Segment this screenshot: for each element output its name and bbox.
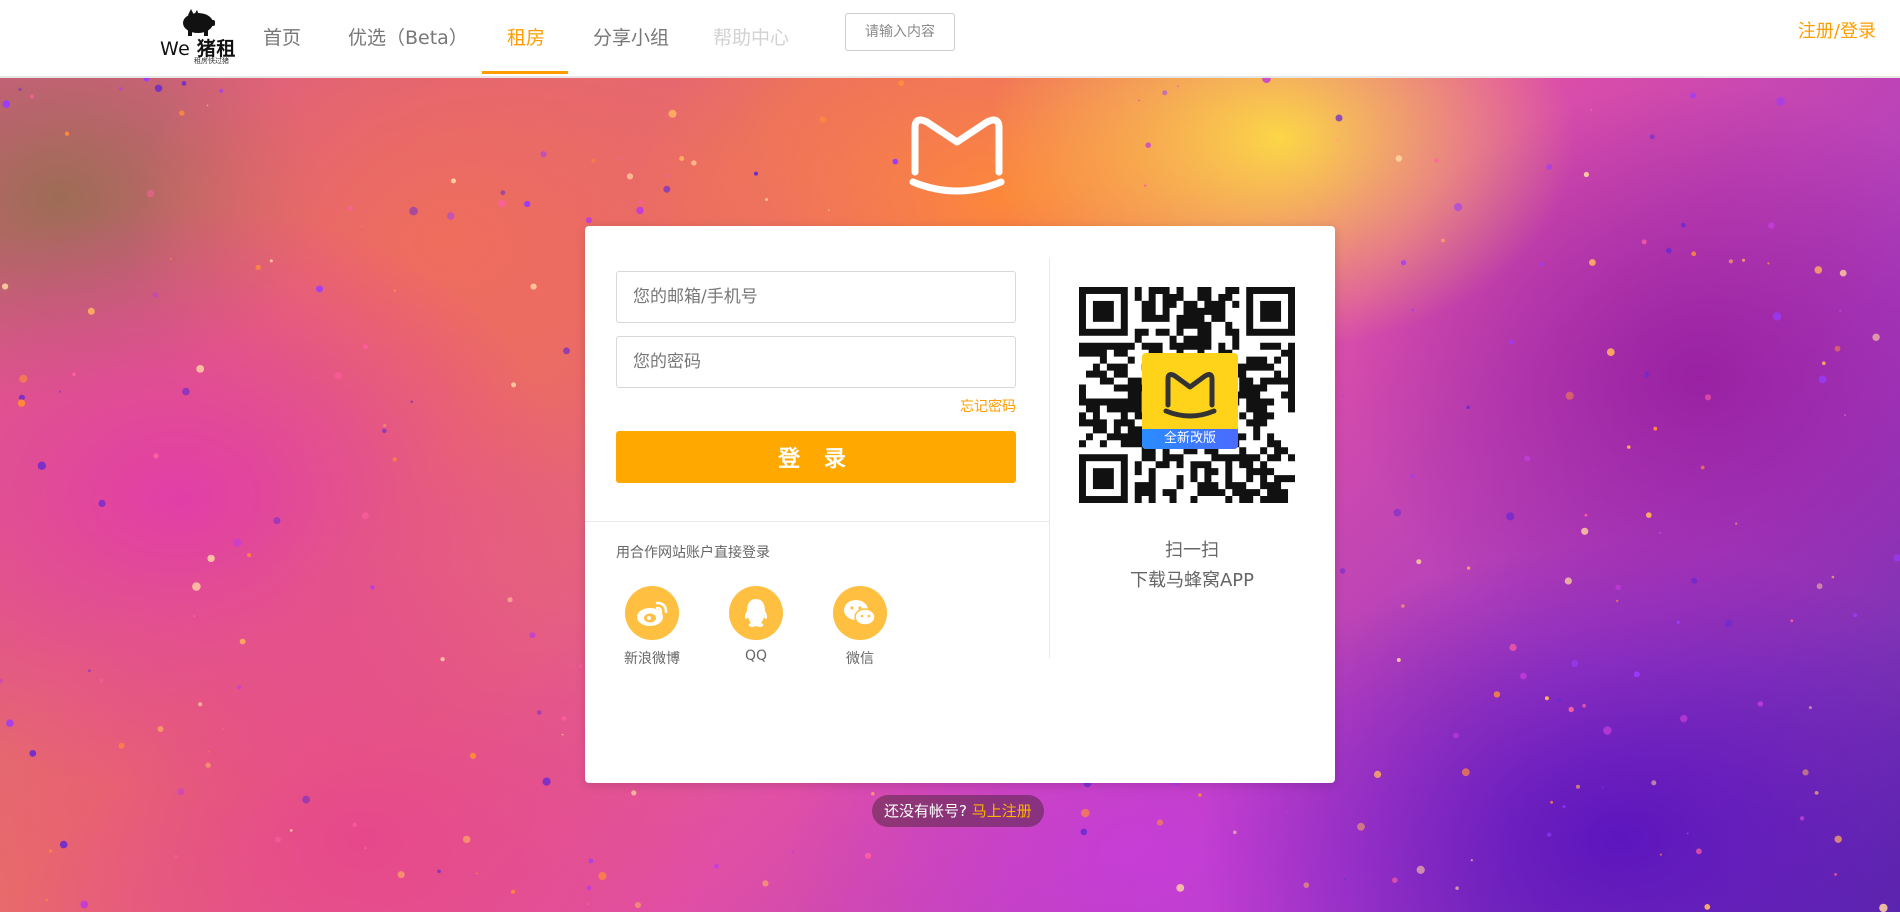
wechat-login-button[interactable]: 微信 [815, 586, 905, 668]
password-input[interactable] [616, 336, 1016, 388]
register-now-link[interactable]: 马上注册 [972, 802, 1032, 820]
forgot-password-link[interactable]: 忘记密码 [585, 396, 1016, 416]
qq-icon [744, 599, 768, 627]
mafengwo-logo-icon [909, 116, 1005, 195]
qr-caption-line1: 扫一扫 [1165, 540, 1219, 561]
register-login-link[interactable]: 注册/登录 [1798, 0, 1876, 64]
nav-active-indicator [482, 71, 568, 74]
wechat-label: 微信 [846, 651, 874, 667]
weibo-login-button[interactable]: 新浪微博 [607, 586, 697, 668]
register-prompt: 还没有帐号? 马上注册 [872, 795, 1044, 827]
search-input[interactable] [845, 13, 955, 51]
nav-share-group[interactable]: 分享小组 [593, 0, 669, 74]
top-navbar: We 猪租 租房快过猪 首页 优选（Beta） 租房 分享小组 帮助中心 注册/… [0, 0, 1900, 78]
qr-caption-line2: 下载马蜂窝APP [1129, 570, 1255, 591]
divider [585, 521, 1049, 522]
mafengwo-app-icon [1163, 372, 1217, 419]
login-button[interactable]: 登 录 [616, 431, 1016, 483]
qq-label: QQ [744, 648, 768, 664]
divider-vertical [1049, 258, 1050, 658]
site-logo[interactable]: We 猪租 租房快过猪 [160, 8, 235, 66]
nav-featured[interactable]: 优选（Beta） [348, 0, 468, 74]
qr-caption: 扫一扫 下载马蜂窝APP [1049, 536, 1335, 596]
account-input[interactable] [616, 271, 1016, 323]
brand-slogan: 租房快过猪 [194, 57, 229, 65]
partner-login-label: 用合作网站账户直接登录 [616, 545, 770, 561]
nav-rent[interactable]: 租房 [507, 0, 545, 74]
nav-home[interactable]: 首页 [263, 0, 301, 74]
app-badge: 全新改版 [1142, 353, 1238, 449]
weibo-label: 新浪微博 [624, 651, 680, 667]
qq-login-button[interactable]: QQ [711, 586, 801, 664]
pig-icon [183, 9, 215, 36]
login-card: 忘记密码 登 录 用合作网站账户直接登录 新浪微博 QQ [585, 226, 1335, 783]
weibo-icon [637, 601, 668, 626]
register-prompt-text: 还没有帐号? [884, 802, 967, 820]
app-badge-tag: 全新改版 [1142, 429, 1238, 449]
wechat-icon [844, 600, 876, 626]
nav-help-center[interactable]: 帮助中心 [713, 0, 789, 74]
